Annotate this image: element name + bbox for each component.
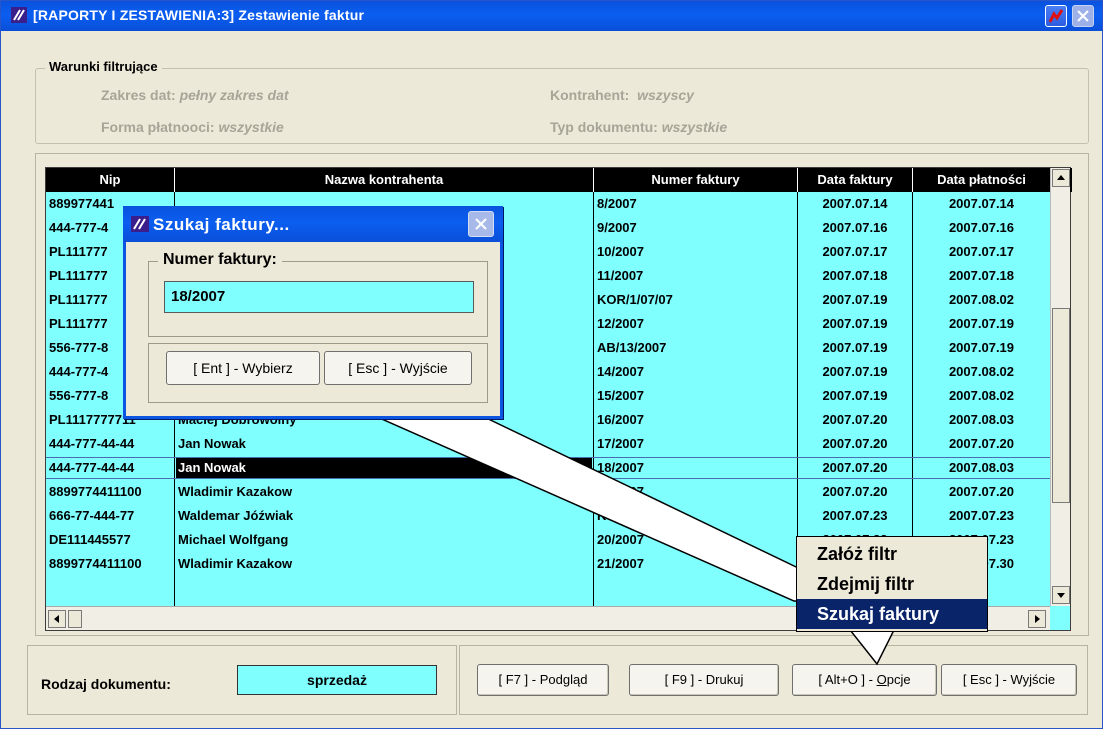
search-invoice-dialog: Szukaj faktury... Numer faktury: 18/2007… — [123, 206, 503, 419]
select-button[interactable]: [ Ent ] - Wybierz — [166, 351, 320, 385]
menu-item-remove-filter[interactable]: Zdejmij filtr — [797, 569, 987, 599]
dialog-exit-button[interactable]: [ Esc ] - Wyjście — [324, 351, 472, 385]
main-window: [RAPORTY I ZESTAWIENIA:3] Zestawienie fa… — [0, 0, 1103, 729]
options-menu: Załóż filtr Zdejmij filtr Szukaj faktury — [796, 536, 988, 632]
invoice-number-input[interactable]: 18/2007 — [164, 281, 474, 313]
dialog-title-bar: Szukaj faktury... — [123, 206, 503, 242]
close-icon — [475, 218, 487, 230]
invoice-number-label: Numer faktury: — [158, 251, 282, 269]
dialog-logo-icon — [131, 216, 149, 232]
menu-item-add-filter[interactable]: Załóż filtr — [797, 539, 987, 569]
menu-item-search-invoice[interactable]: Szukaj faktury — [797, 599, 987, 629]
dialog-title: Szukaj faktury... — [153, 215, 290, 234]
dialog-close-button[interactable] — [468, 211, 494, 237]
